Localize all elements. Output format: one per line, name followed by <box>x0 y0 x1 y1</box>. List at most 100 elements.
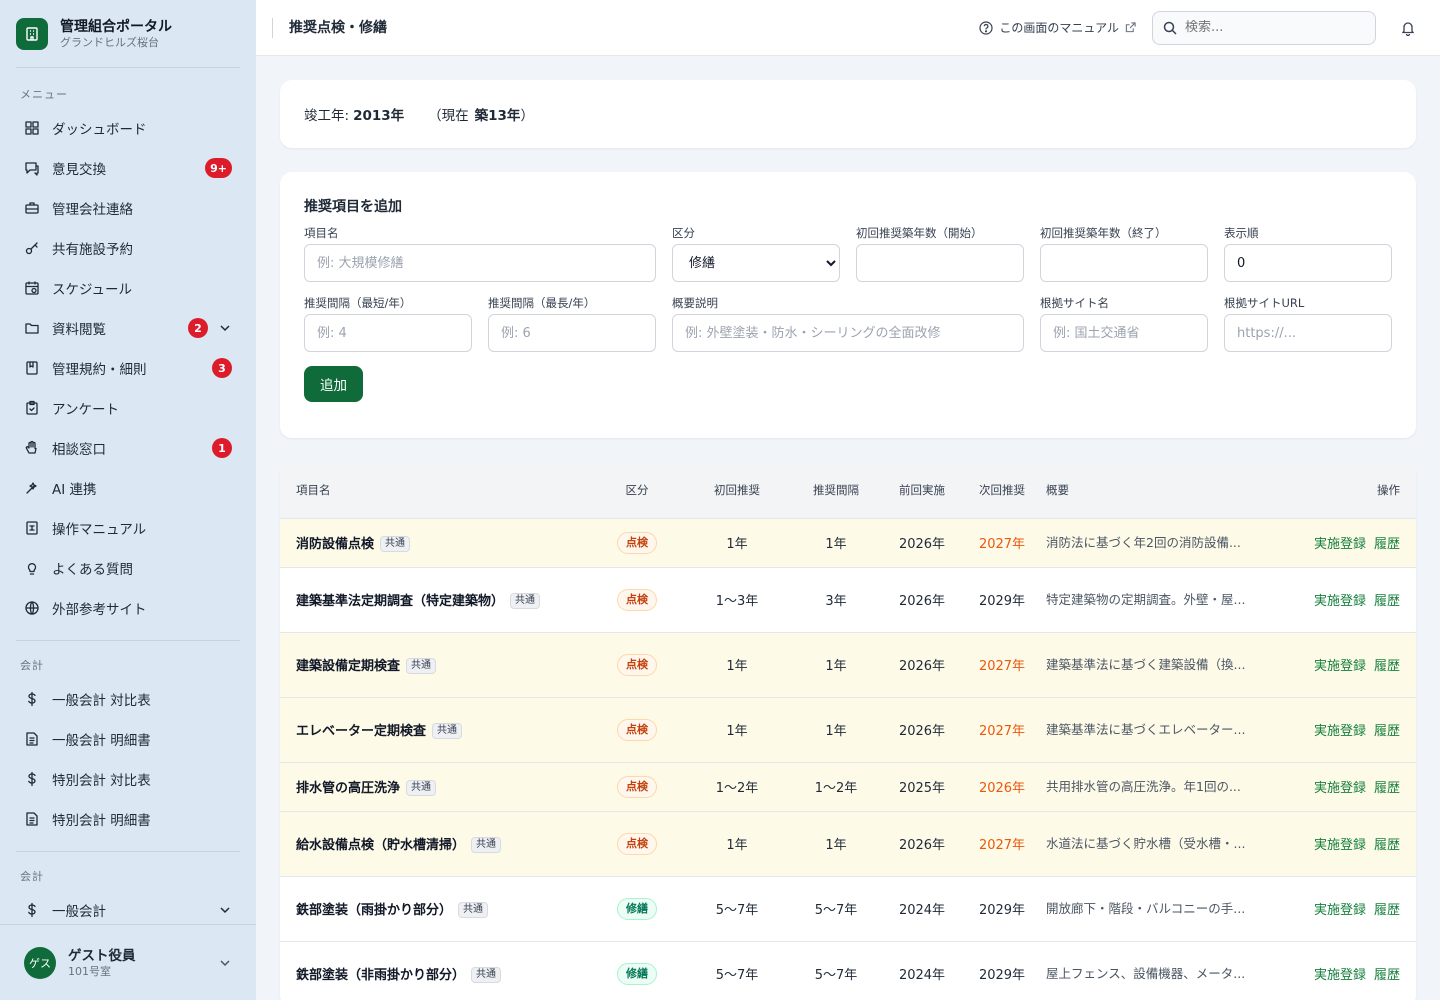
register-link[interactable]: 実施登録 <box>1314 903 1366 918</box>
description-input[interactable] <box>672 314 1024 352</box>
history-link[interactable]: 履歴 <box>1374 659 1400 674</box>
end-age-input[interactable] <box>1040 244 1208 282</box>
sidebar-item-dashboard[interactable]: ダッシュボード <box>0 108 256 148</box>
sidebar-item-label: 特別会計 対比表 <box>52 773 151 789</box>
sidebar-item-sparkle[interactable]: AI 連携 <box>0 468 256 508</box>
next-cell: 2029年 <box>964 876 1040 942</box>
sidebar-item-label: 相談窓口 <box>52 442 106 458</box>
description-field-group: 概要説明 <box>672 296 1024 352</box>
brand[interactable]: 管理組合ポータル グランドヒルズ桜台 <box>16 0 240 68</box>
user-menu[interactable]: ゲス ゲスト役員 101号室 <box>0 924 256 1000</box>
sidebar-item-book[interactable]: 管理規約・細則 3 <box>0 348 256 388</box>
actions-cell: 実施登録 履歴 <box>1288 632 1416 698</box>
summary-cell: 特定建築物の定期調査。外壁・屋... <box>1040 567 1288 633</box>
interval-cell: 3年 <box>792 567 880 633</box>
history-link[interactable]: 履歴 <box>1374 537 1400 552</box>
common-tag: 共通 <box>471 837 502 854</box>
interval-cell: 1〜2年 <box>792 762 880 812</box>
kind-cell: 点検 <box>592 632 682 698</box>
completion-label: 竣工年: <box>304 108 350 124</box>
sidebar-item-manual[interactable]: 操作マニュアル <box>0 508 256 548</box>
max-interval-input[interactable] <box>488 314 656 352</box>
header-col-kind: 区分 <box>592 462 682 519</box>
item-name-cell: 鉄部塗装（非雨掛かり部分） 共通 <box>280 941 592 1000</box>
kind-badge: 点検 <box>617 653 657 676</box>
start-age-input[interactable] <box>856 244 1024 282</box>
name-input[interactable] <box>304 244 656 282</box>
sidebar-item-document[interactable]: 特別会計 明細書 <box>0 799 256 839</box>
history-link[interactable]: 履歴 <box>1374 968 1400 983</box>
item-name: 消防設備点検 <box>296 536 375 552</box>
history-link[interactable]: 履歴 <box>1374 903 1400 918</box>
summary-cell: 屋上フェンス、設備機器、メータ... <box>1040 941 1288 1000</box>
building-age: 築13年 <box>474 108 521 124</box>
table-row: 消防設備点検 共通 点検 1年 1年 2026年 2027年 消防法に基づく年2回の消防設備.… <box>280 518 1416 568</box>
manual-link[interactable]: この画面のマニュアル <box>979 19 1136 36</box>
category-select[interactable]: 修繕 <box>672 244 840 282</box>
sidebar-item-hand[interactable]: 相談窓口 1 <box>0 428 256 468</box>
sidebar-item-dollar[interactable]: 一般会計 対比表 <box>0 679 256 719</box>
sidebar-item-chat[interactable]: 意見交換 9+ <box>0 148 256 188</box>
sidebar-item-label: 特別会計 明細書 <box>52 813 151 829</box>
completion-year-card: 竣工年: 2013年 （現在 築13年 ） <box>280 80 1416 148</box>
sidebar-item-dollar[interactable]: 特別会計 対比表 <box>0 759 256 799</box>
sidebar-item-briefcase[interactable]: 管理会社連絡 <box>0 188 256 228</box>
summary-cell: 開放廊下・階段・バルコニーの手... <box>1040 876 1288 942</box>
summary-cell: 消防法に基づく年2回の消防設備... <box>1040 518 1288 568</box>
sidebar-item-key[interactable]: 共有施設予約 <box>0 228 256 268</box>
source-site-input[interactable] <box>1040 314 1208 352</box>
kind-badge: 修繕 <box>617 962 657 985</box>
source-url-input[interactable] <box>1224 314 1392 352</box>
common-tag: 共通 <box>510 593 541 610</box>
sidebar-item-bulb[interactable]: よくある質問 <box>0 548 256 588</box>
sidebar-item-label: 操作マニュアル <box>52 522 147 538</box>
history-link[interactable]: 履歴 <box>1374 781 1400 796</box>
sidebar-item-clipboard[interactable]: アンケート <box>0 388 256 428</box>
history-link[interactable]: 履歴 <box>1374 838 1400 853</box>
kind-cell: 修繕 <box>592 876 682 942</box>
avatar: ゲス <box>24 946 56 979</box>
sidebar-item-globe[interactable]: 外部参考サイト <box>0 588 256 628</box>
brand-subtitle: グランドヒルズ桜台 <box>60 35 159 49</box>
search-input[interactable] <box>1185 20 1355 35</box>
notification-button[interactable] <box>1392 12 1424 44</box>
menu-section-label: メニュー <box>20 88 68 101</box>
main-content: 竣工年: 2013年 （現在 築13年 ） 推奨項目を追加 項目名 区分 修繕 … <box>256 56 1440 1000</box>
register-link[interactable]: 実施登録 <box>1314 537 1366 552</box>
sidebar-item-folder[interactable]: 資料閲覧 2 <box>0 308 256 348</box>
dollar-icon <box>24 771 40 787</box>
item-name-cell: 排水管の高圧洗浄 共通 <box>280 762 592 812</box>
interval-cell: 1年 <box>792 518 880 568</box>
item-name: エレベーター定期検査 <box>296 723 427 739</box>
brand-title: 管理組合ポータル <box>60 18 172 35</box>
table-row: エレベーター定期検査 共通 点検 1年 1年 2026年 2027年 建築基準法に基づくエレベ… <box>280 697 1416 763</box>
source-url-label: 根拠サイトURL <box>1224 296 1305 310</box>
register-link[interactable]: 実施登録 <box>1314 659 1366 674</box>
order-label: 表示順 <box>1224 226 1259 240</box>
sidebar: 管理組合ポータル グランドヒルズ桜台 メニュー ダッシュボード 意見交換 9+ 管理会… <box>0 0 256 1000</box>
user-name: ゲスト役員 <box>68 947 136 964</box>
item-name-cell: 建築設備定期検査 共通 <box>280 632 592 698</box>
interval-cell: 5〜7年 <box>792 876 880 942</box>
first-cell: 1年 <box>682 811 792 877</box>
source-site-field-group: 根拠サイト名 <box>1040 296 1208 352</box>
last-cell: 2025年 <box>880 762 964 812</box>
register-link[interactable]: 実施登録 <box>1314 968 1366 983</box>
name-label: 項目名 <box>304 226 339 240</box>
register-link[interactable]: 実施登録 <box>1314 838 1366 853</box>
add-button[interactable]: 追加 <box>304 366 363 402</box>
register-link[interactable]: 実施登録 <box>1314 594 1366 609</box>
common-tag: 共通 <box>380 536 411 553</box>
register-link[interactable]: 実施登録 <box>1314 724 1366 739</box>
sidebar-item-document[interactable]: 一般会計 明細書 <box>0 719 256 759</box>
search-box[interactable] <box>1152 10 1376 45</box>
register-link[interactable]: 実施登録 <box>1314 781 1366 796</box>
actions-cell: 実施登録 履歴 <box>1288 876 1416 942</box>
sidebar-item-calendar[interactable]: スケジュール <box>0 268 256 308</box>
min-interval-input[interactable] <box>304 314 472 352</box>
history-link[interactable]: 履歴 <box>1374 594 1400 609</box>
order-input[interactable] <box>1224 244 1392 282</box>
history-link[interactable]: 履歴 <box>1374 724 1400 739</box>
add-item-form: 推奨項目を追加 項目名 区分 修繕 初回推奨築年数（開始） 初回推奨築年数（終了… <box>280 172 1416 438</box>
first-cell: 1年 <box>682 697 792 763</box>
